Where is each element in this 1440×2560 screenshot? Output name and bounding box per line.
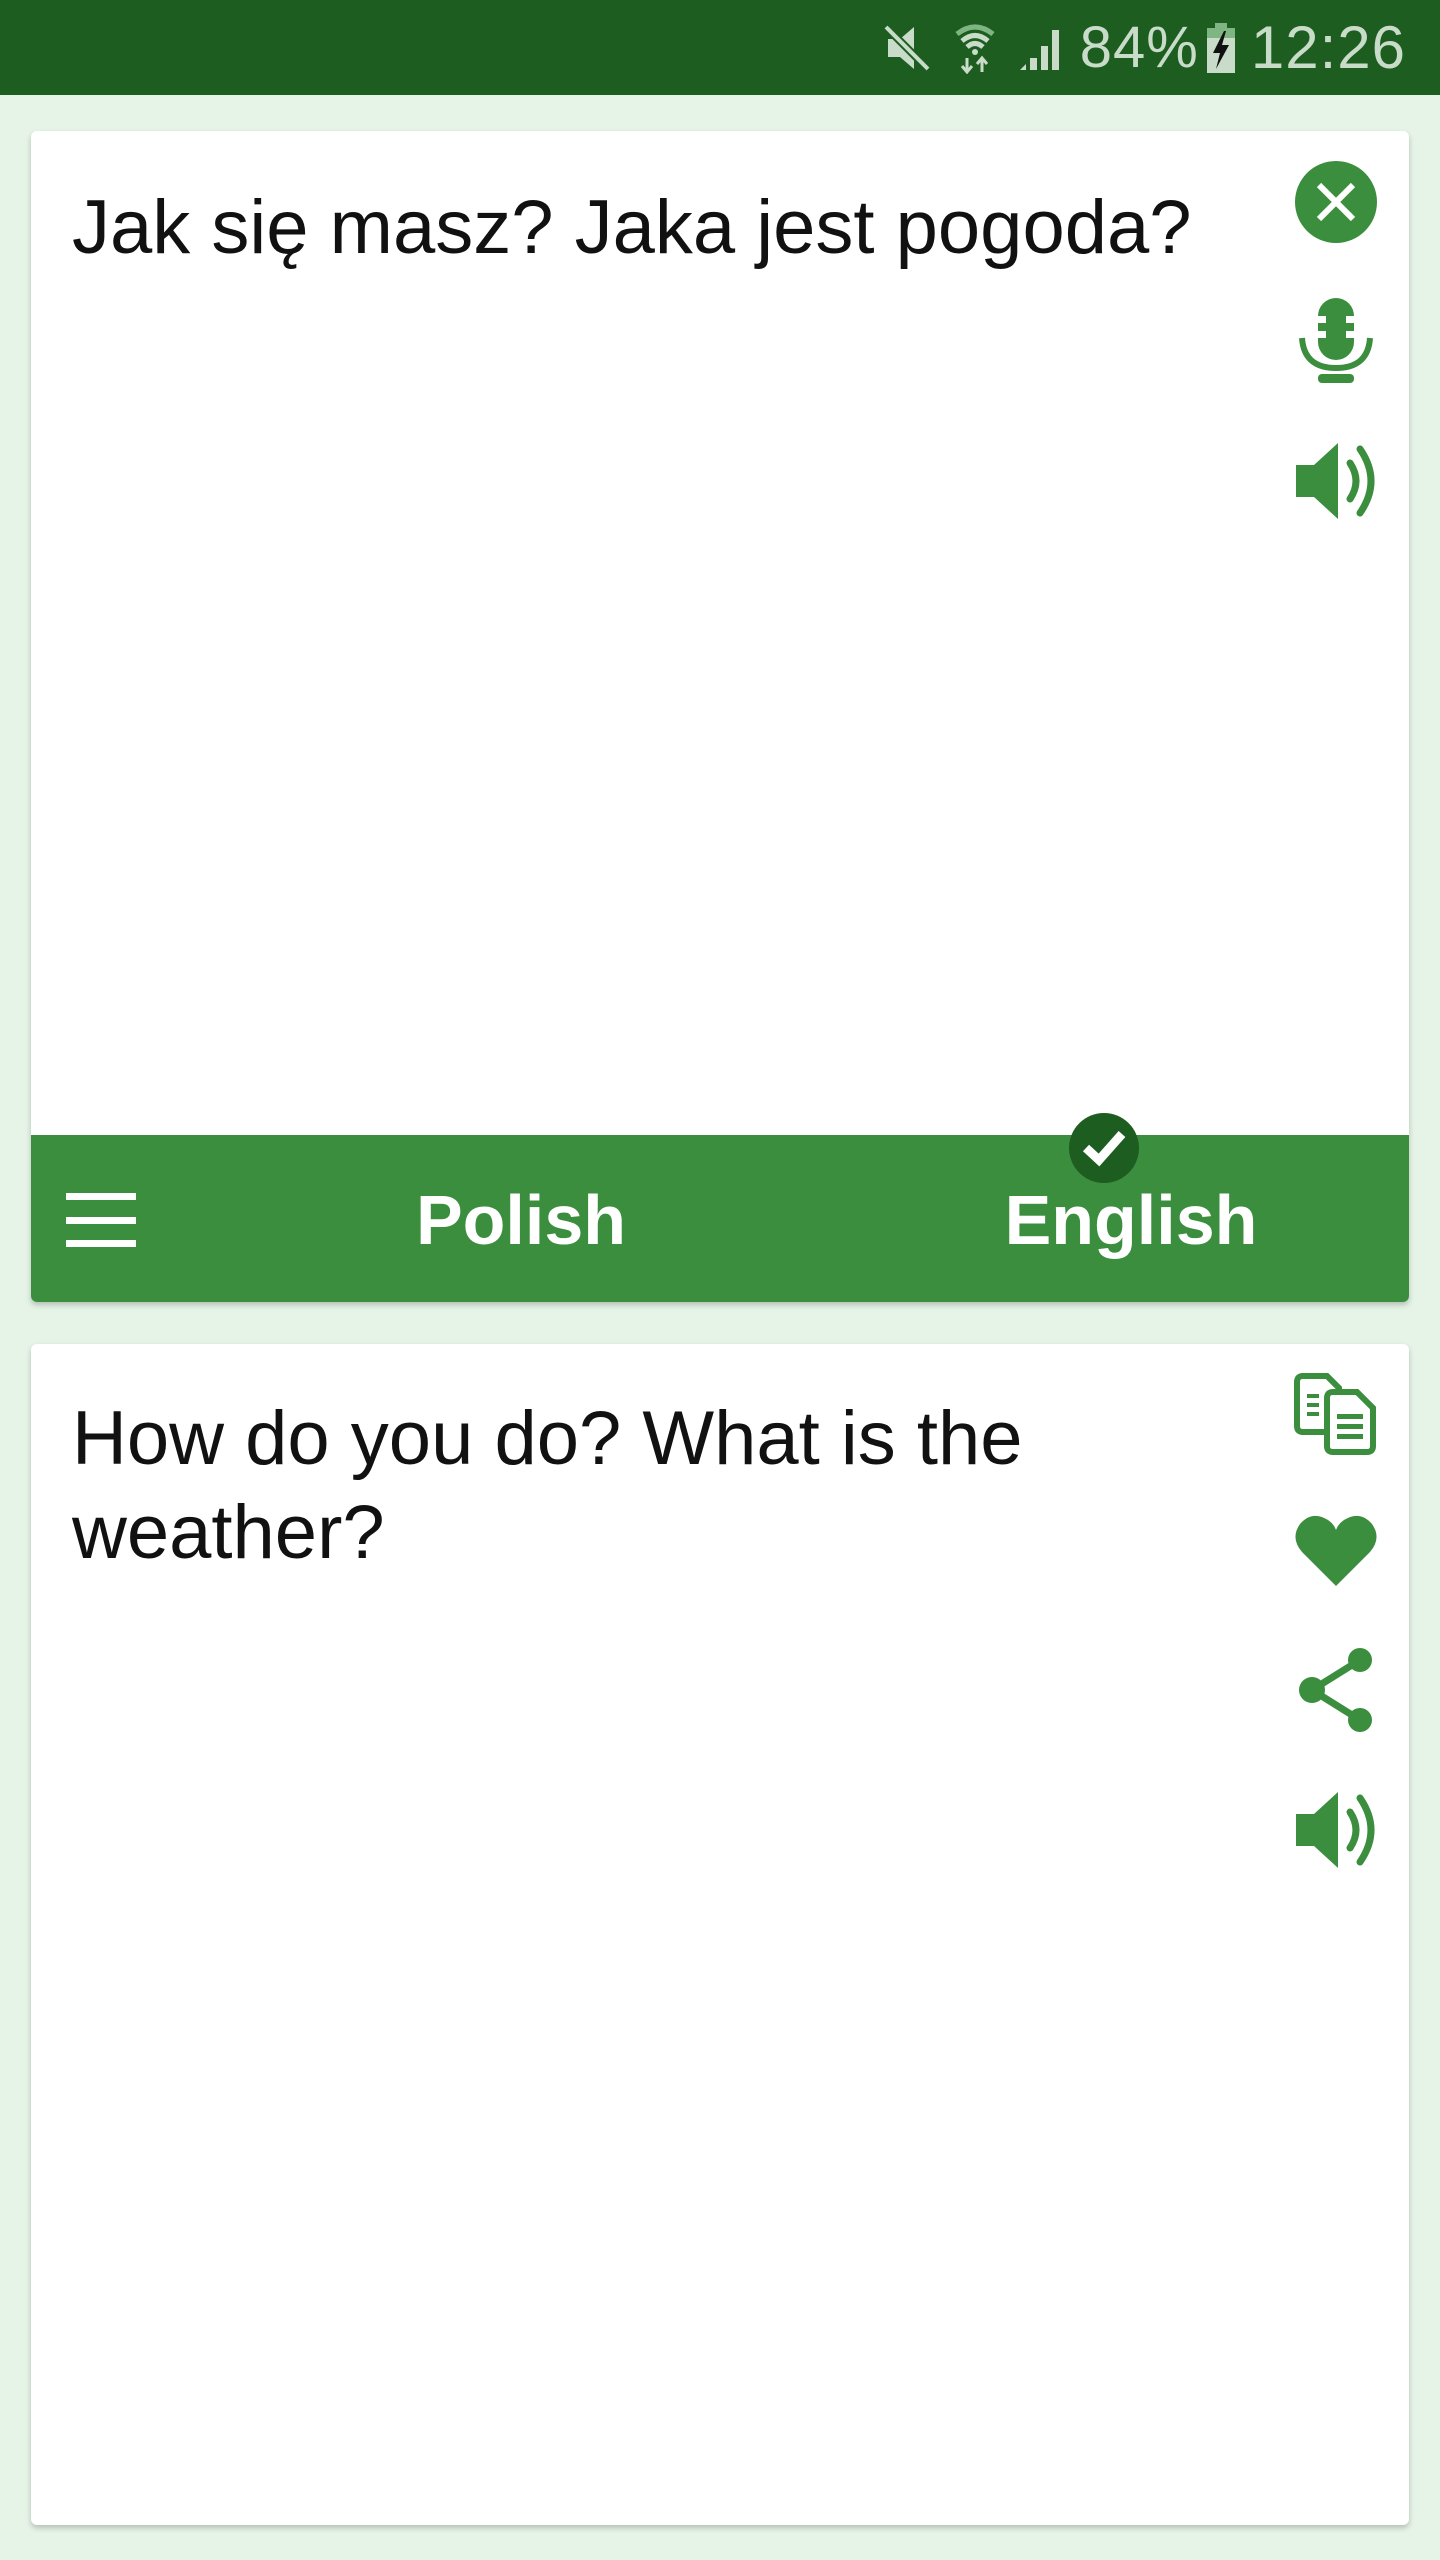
source-actions — [1286, 131, 1386, 551]
selected-language-indicator — [1069, 1113, 1139, 1183]
speaker-icon — [1296, 443, 1375, 519]
translation-panel: How do you do? What is the weather? — [31, 1344, 1409, 2525]
source-language-button[interactable]: Polish — [331, 1175, 711, 1265]
speak-source-button[interactable] — [1286, 431, 1386, 531]
share-button[interactable] — [1286, 1640, 1386, 1740]
source-text-input[interactable]: Jak się masz? Jaka jest pogoda? — [72, 181, 1249, 275]
target-language-button[interactable]: English — [931, 1175, 1331, 1265]
mute-icon — [882, 23, 932, 73]
battery-charging-icon — [1206, 22, 1235, 73]
share-icon — [1299, 1648, 1372, 1732]
clock: 12:26 — [1250, 14, 1406, 81]
wifi-icon — [954, 22, 996, 74]
speak-translation-button[interactable] — [1286, 1780, 1386, 1880]
favorite-button[interactable] — [1286, 1500, 1386, 1600]
speaker-icon — [1296, 1792, 1375, 1868]
status-bar: 84% 12:26 — [0, 0, 1440, 95]
battery-percent: 84% — [1079, 15, 1199, 80]
clear-button[interactable] — [1286, 152, 1386, 252]
translation-actions — [1286, 1344, 1386, 1904]
copy-icon — [1294, 1373, 1376, 1455]
signal-icon — [1018, 24, 1066, 72]
translation-text: How do you do? What is the weather? — [72, 1396, 1023, 1575]
checkmark-icon — [1082, 1131, 1126, 1167]
copy-button[interactable] — [1286, 1364, 1386, 1464]
close-circle-icon — [1295, 161, 1377, 243]
microphone-icon — [1299, 298, 1373, 383]
language-bar: Polish English — [31, 1135, 1409, 1302]
voice-input-button[interactable] — [1286, 291, 1386, 391]
hamburger-menu-icon[interactable] — [61, 1185, 141, 1255]
heart-icon — [1295, 1515, 1377, 1586]
source-panel: Jak się masz? Jaka jest pogoda? Polish E… — [31, 131, 1409, 1302]
